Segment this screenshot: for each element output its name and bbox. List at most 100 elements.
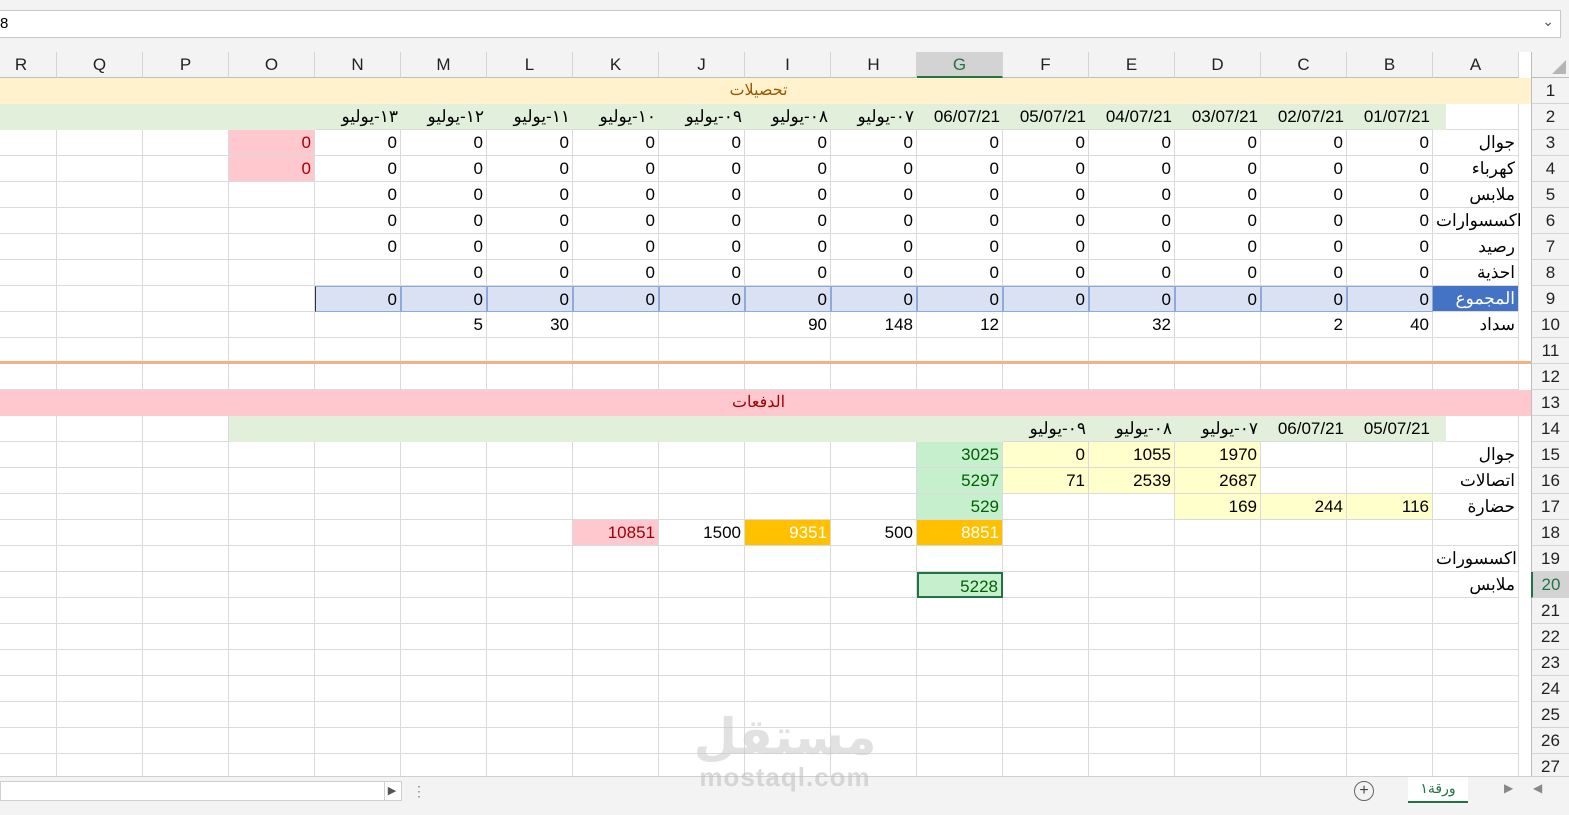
cell[interactable] <box>745 364 831 390</box>
column-header-i[interactable]: I <box>745 52 831 78</box>
cell[interactable] <box>0 650 57 676</box>
value-cell[interactable]: 0 <box>831 182 917 208</box>
cell[interactable] <box>0 286 57 312</box>
cell[interactable] <box>487 468 573 494</box>
cell[interactable] <box>401 624 487 650</box>
value-cell[interactable]: 0 <box>1003 182 1089 208</box>
cell[interactable] <box>1347 676 1433 702</box>
value-cell[interactable]: 0 <box>487 234 573 260</box>
row-label[interactable]: المجموع <box>1433 286 1519 312</box>
error-cell[interactable]: 0 <box>229 156 315 182</box>
row-label[interactable]: جوال <box>1433 130 1519 156</box>
cell[interactable] <box>659 546 745 572</box>
cell[interactable] <box>487 624 573 650</box>
cell[interactable] <box>315 468 401 494</box>
cell[interactable] <box>1003 520 1089 546</box>
cell[interactable] <box>831 572 917 598</box>
cell[interactable] <box>0 234 57 260</box>
cell[interactable] <box>745 702 831 728</box>
row-header[interactable]: 6 <box>1531 208 1569 234</box>
payment-cell[interactable]: 148 <box>831 312 917 338</box>
cell[interactable] <box>315 312 401 338</box>
cell[interactable] <box>1003 676 1089 702</box>
cell[interactable] <box>143 546 229 572</box>
cell[interactable] <box>315 676 401 702</box>
row-header[interactable]: 8 <box>1531 260 1569 286</box>
value-cell[interactable]: 0 <box>659 130 745 156</box>
row-header[interactable]: 27 <box>1531 754 1569 776</box>
date-header[interactable]: ١٠-يوليو <box>573 104 659 130</box>
cell[interactable] <box>917 676 1003 702</box>
date-header[interactable]: ٠٩-يوليو <box>1003 416 1089 442</box>
cell[interactable] <box>573 442 659 468</box>
payment-cell[interactable]: 1500 <box>659 520 745 546</box>
cell[interactable] <box>831 598 917 624</box>
value-cell[interactable]: 0 <box>487 130 573 156</box>
value-cell[interactable]: 0 <box>1089 182 1175 208</box>
cell[interactable] <box>0 416 57 442</box>
date-header[interactable]: ١٢-يوليو <box>401 104 487 130</box>
cell[interactable] <box>401 546 487 572</box>
cell[interactable] <box>57 364 143 390</box>
sheet-next-icon[interactable]: ▶ <box>1504 781 1513 795</box>
date-header[interactable]: ٠٨-يوليو <box>1089 416 1175 442</box>
value-cell[interactable]: 0 <box>745 130 831 156</box>
cell[interactable] <box>143 234 229 260</box>
cell[interactable] <box>57 156 143 182</box>
cell[interactable] <box>0 572 57 598</box>
cell[interactable] <box>659 702 745 728</box>
cell[interactable] <box>143 182 229 208</box>
cell[interactable] <box>57 442 143 468</box>
cell[interactable] <box>0 468 57 494</box>
cell[interactable] <box>1089 676 1175 702</box>
payment-cell[interactable]: 1970 <box>1175 442 1261 468</box>
cell[interactable] <box>57 130 143 156</box>
date-header[interactable]: 05/07/21 <box>1003 104 1089 130</box>
cell[interactable] <box>659 468 745 494</box>
value-cell[interactable]: 0 <box>917 130 1003 156</box>
cell[interactable] <box>917 728 1003 754</box>
cell[interactable] <box>229 624 315 650</box>
value-cell[interactable]: 0 <box>745 182 831 208</box>
cell[interactable] <box>57 754 143 776</box>
cell[interactable] <box>1261 676 1347 702</box>
cell[interactable] <box>315 598 401 624</box>
row-label[interactable]: احذية <box>1433 260 1519 286</box>
cell[interactable] <box>229 572 315 598</box>
cell[interactable] <box>315 754 401 776</box>
value-cell[interactable]: 0 <box>1089 130 1175 156</box>
cell[interactable] <box>917 624 1003 650</box>
value-cell[interactable]: 0 <box>573 156 659 182</box>
cell[interactable] <box>0 702 57 728</box>
cell[interactable] <box>487 650 573 676</box>
cell[interactable] <box>57 676 143 702</box>
value-cell[interactable]: 0 <box>1003 234 1089 260</box>
cell[interactable] <box>1261 364 1347 390</box>
date-header[interactable]: ١٣-يوليو <box>315 104 401 130</box>
cell[interactable] <box>1347 364 1433 390</box>
cell[interactable] <box>0 156 57 182</box>
cell[interactable] <box>1003 312 1089 338</box>
date-header[interactable]: 06/07/21 <box>1261 416 1347 442</box>
cell[interactable] <box>1347 442 1433 468</box>
value-cell[interactable]: 0 <box>401 182 487 208</box>
cell[interactable] <box>0 754 57 776</box>
row-header[interactable]: 7 <box>1531 234 1569 260</box>
total-cell[interactable]: 0 <box>659 286 745 312</box>
cell[interactable] <box>229 494 315 520</box>
value-cell[interactable]: 0 <box>1089 234 1175 260</box>
cell[interactable] <box>229 702 315 728</box>
cell[interactable] <box>917 364 1003 390</box>
column-header-b[interactable]: B <box>1347 52 1433 78</box>
cell[interactable] <box>1175 702 1261 728</box>
cell[interactable] <box>831 624 917 650</box>
cell[interactable] <box>143 364 229 390</box>
cell[interactable] <box>1433 650 1519 676</box>
cell[interactable] <box>917 650 1003 676</box>
cell[interactable] <box>0 546 57 572</box>
value-cell[interactable]: 0 <box>315 156 401 182</box>
cell[interactable] <box>573 364 659 390</box>
cell[interactable] <box>831 468 917 494</box>
cell[interactable] <box>1175 546 1261 572</box>
payment-cell[interactable]: 1055 <box>1089 442 1175 468</box>
